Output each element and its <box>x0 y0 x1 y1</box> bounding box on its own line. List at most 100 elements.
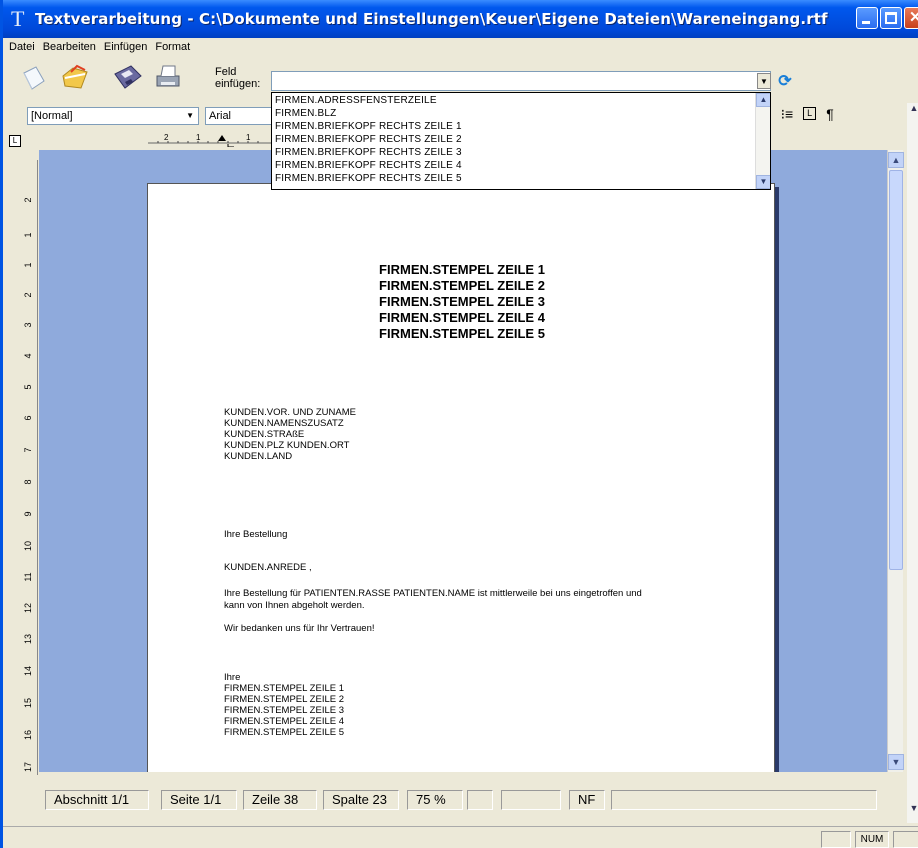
window-scroll-up-icon[interactable]: ▲ <box>907 103 918 117</box>
horizontal-ruler[interactable]: 2 1 1 <box>148 131 273 148</box>
window-scrollbar[interactable]: ▲ ▼ <box>907 103 918 823</box>
menu-bearbeiten[interactable]: Bearbeiten <box>39 41 100 53</box>
window-scroll-down-icon[interactable]: ▼ <box>907 803 918 817</box>
svg-text:2: 2 <box>164 133 169 142</box>
vertical-ruler-label: 15 <box>23 698 33 709</box>
menu-format[interactable]: Format <box>151 41 194 53</box>
status-empty-2 <box>501 790 561 810</box>
dropdown-scrollbar[interactable]: ▲ ▼ <box>755 93 770 189</box>
field-option[interactable]: FIRMEN.ADRESSFENSTERZEILE <box>275 95 437 107</box>
vertical-ruler-label: 2 <box>23 292 33 298</box>
signature-line: FIRMEN.STEMPEL ZEILE 5 <box>224 727 345 738</box>
open-folder-icon[interactable] <box>59 61 91 95</box>
vertical-ruler-label: 1 <box>23 262 33 268</box>
status-zoom[interactable]: 75 % <box>407 790 463 810</box>
maximize-button[interactable] <box>880 7 902 29</box>
signature-line: FIRMEN.STEMPEL ZEILE 2 <box>224 694 345 705</box>
vertical-ruler-label: 10 <box>23 541 33 552</box>
tab-stop-icon[interactable]: L <box>803 107 817 120</box>
signature-line: FIRMEN.STEMPEL ZEILE 4 <box>224 716 345 727</box>
dropdown-scroll-up-icon[interactable]: ▲ <box>756 93 770 107</box>
dropdown-scroll-down-icon[interactable]: ▼ <box>756 175 770 189</box>
status-num: NUM <box>855 831 889 848</box>
field-option[interactable]: FIRMEN.BLZ <box>275 108 336 120</box>
address-line: KUNDEN.VOR. UND ZUNAME <box>224 407 356 418</box>
svg-text:1: 1 <box>196 133 201 142</box>
feld-einfuegen-combobox[interactable] <box>271 71 771 91</box>
address-line: KUNDEN.STRAßE <box>224 429 305 440</box>
feld-einfuegen-label: Feld einfügen: <box>215 66 260 90</box>
app-icon: T <box>11 6 25 31</box>
close-button[interactable]: ✕ <box>904 7 918 29</box>
app-window: T Textverarbeitung - C:\Dokumente und Ei… <box>0 0 918 848</box>
tab-type-button[interactable]: L <box>9 135 21 147</box>
paragraph-line: kann von Ihnen abgeholt werden. <box>224 600 365 611</box>
menu-einfuegen[interactable]: Einfügen <box>100 41 151 53</box>
scroll-thumb[interactable] <box>889 170 903 570</box>
status-bar: Abschnitt 1/1 Seite 1/1 Zeile 38 Spalte … <box>39 786 887 816</box>
style-dropdown-icon[interactable]: ▼ <box>186 108 194 124</box>
vertical-ruler-label: 14 <box>23 666 33 677</box>
address-line: KUNDEN.LAND <box>224 451 293 462</box>
status-zeile: Zeile 38 <box>243 790 317 810</box>
field-option[interactable]: FIRMEN.BRIEFKOPF RECHTS ZEILE 3 <box>275 147 462 159</box>
vertical-ruler-label: 7 <box>23 447 33 453</box>
signature-line: FIRMEN.STEMPEL ZEILE 3 <box>224 705 345 716</box>
status-abschnitt: Abschnitt 1/1 <box>45 790 149 810</box>
closing-line: Ihre <box>224 672 241 683</box>
feld-label-line1: Feld <box>215 66 237 78</box>
paragraph-line: Wir bedanken uns für Ihr Vertrauen! <box>224 623 375 634</box>
numbered-list-icon[interactable]: ⁝≡ <box>781 106 794 123</box>
field-option[interactable]: FIRMEN.BRIEFKOPF RECHTS ZEILE 2 <box>275 134 462 146</box>
style-combobox[interactable]: [Normal] ▼ <box>27 107 199 125</box>
print-icon[interactable] <box>153 61 185 95</box>
header-stempel-line: FIRMEN.STEMPEL ZEILE 2 <box>379 278 545 293</box>
vertical-ruler-label: 16 <box>23 730 33 741</box>
document-area[interactable]: FIRMEN.STEMPEL ZEILE 1 FIRMEN.STEMPEL ZE… <box>39 150 887 772</box>
feld-dropdown-arrow-icon[interactable]: ▼ <box>757 73 771 89</box>
vertical-ruler-label: 6 <box>23 415 33 421</box>
status-nf: NF <box>569 790 605 810</box>
field-dropdown-list[interactable]: FIRMEN.ADRESSFENSTERZEILE FIRMEN.BLZ FIR… <box>271 92 771 190</box>
subject-line: Ihre Bestellung <box>224 529 288 540</box>
header-stempel-line: FIRMEN.STEMPEL ZEILE 1 <box>379 262 545 277</box>
field-option[interactable]: FIRMEN.BRIEFKOPF RECHTS ZEILE 1 <box>275 121 462 133</box>
vertical-ruler-label: 8 <box>23 479 33 485</box>
document-page[interactable]: FIRMEN.STEMPEL ZEILE 1 FIRMEN.STEMPEL ZE… <box>147 183 775 772</box>
svg-text:1: 1 <box>246 133 251 142</box>
vertical-ruler-label: 11 <box>23 572 33 582</box>
vertical-ruler-label: 3 <box>23 322 33 328</box>
vertical-ruler-label: 13 <box>23 634 33 645</box>
save-disk-icon[interactable] <box>111 61 143 95</box>
address-line: KUNDEN.PLZ KUNDEN.ORT <box>224 440 350 451</box>
menu-datei[interactable]: Datei <box>5 41 39 53</box>
new-document-icon[interactable] <box>17 61 49 95</box>
pilcrow-icon[interactable]: ¶ <box>826 106 834 123</box>
refresh-icon[interactable]: ⟳ <box>775 70 795 92</box>
vertical-ruler-label: 12 <box>23 603 33 614</box>
font-combobox[interactable]: Arial <box>205 107 275 125</box>
title-bar[interactable]: T Textverarbeitung - C:\Dokumente und Ei… <box>3 0 918 38</box>
menu-bar: Datei Bearbeiten Einfügen Format <box>3 38 918 56</box>
field-option[interactable]: FIRMEN.BRIEFKOPF RECHTS ZEILE 4 <box>275 160 462 172</box>
status-empty-1 <box>467 790 493 810</box>
vertical-ruler[interactable]: 2 1 1 2 3 4 5 6 7 8 9 10 11 12 13 14 15 16 17 <box>18 160 38 775</box>
status-scroll <box>893 831 918 848</box>
paragraph-line: Ihre Bestellung für PATIENTEN.RASSE PATI… <box>224 588 642 599</box>
font-value: Arial <box>209 110 232 122</box>
salutation-line: KUNDEN.ANREDE , <box>224 562 312 573</box>
style-value: [Normal] <box>31 110 73 122</box>
status-empty-3 <box>611 790 877 810</box>
vertical-ruler-label: 1 <box>23 232 33 238</box>
vertical-ruler-label: 9 <box>23 511 33 517</box>
field-option[interactable]: FIRMEN.BRIEFKOPF RECHTS ZEILE 5 <box>275 173 462 185</box>
document-scrollbar[interactable]: ▲ ▼ <box>887 150 904 772</box>
scroll-down-icon[interactable]: ▼ <box>888 754 904 770</box>
signature-line: FIRMEN.STEMPEL ZEILE 1 <box>224 683 345 694</box>
header-stempel-line: FIRMEN.STEMPEL ZEILE 3 <box>379 294 545 309</box>
window-status-bar: NUM <box>3 826 918 848</box>
address-line: KUNDEN.NAMENSZUSATZ <box>224 418 344 429</box>
minimize-button[interactable] <box>856 7 878 29</box>
status-spalte: Spalte 23 <box>323 790 399 810</box>
scroll-up-icon[interactable]: ▲ <box>888 152 904 168</box>
